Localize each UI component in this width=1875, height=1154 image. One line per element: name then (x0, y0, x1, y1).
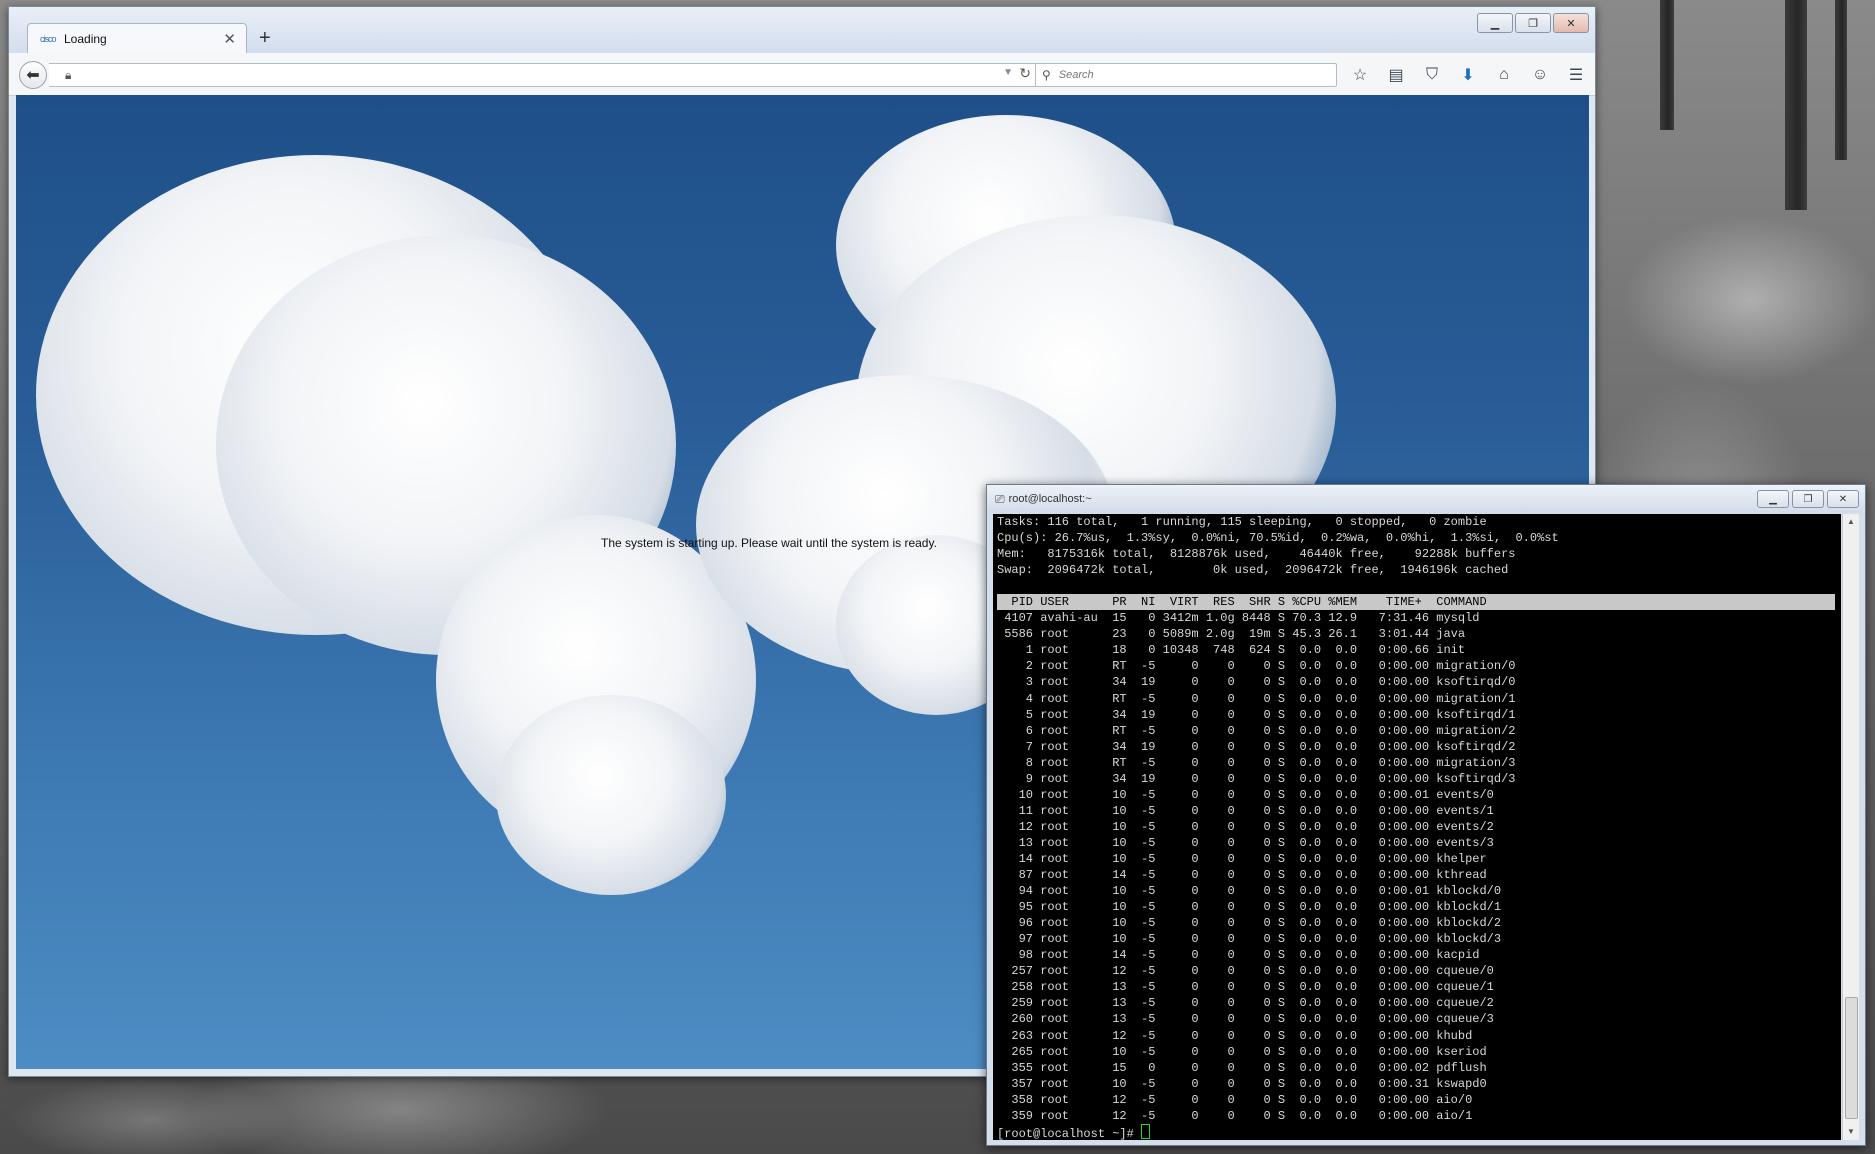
back-arrow-icon: ⬅ (26, 67, 40, 84)
close-button[interactable]: ✕ (1553, 13, 1589, 33)
minimize-icon: ▁ (1490, 17, 1500, 30)
reading-list-icon[interactable]: ▤ (1385, 65, 1407, 85)
tree-trunk (1660, 0, 1674, 130)
process-row: 7 root 34 19 0 0 0 S 0.0 0.0 0:00.00 kso… (1025, 739, 1516, 754)
shell-prompt: [root@localhost ~]# (997, 1124, 1151, 1140)
summary-line: Cpu(s): 26.7%us, 1.3%sy, 0.0%ni, 70.5%id… (997, 531, 1559, 546)
process-row: 96 root 10 -5 0 0 0 S 0.0 0.0 0:00.00 kb… (1018, 916, 1502, 931)
process-row: 357 root 10 -5 0 0 0 S 0.0 0.0 0:00.31 k… (1011, 1076, 1487, 1091)
process-row: 5586 root 23 0 5089m 2.0g 19m S 45.3 26.… (1004, 627, 1466, 642)
process-row: 12 root 10 -5 0 0 0 S 0.0 0.0 0:00.00 ev… (1018, 819, 1494, 834)
tree-trunk (1785, 0, 1807, 210)
terminal-scrollbar[interactable]: ▲ ▼ (1842, 514, 1859, 1140)
restore-icon: ❐ (1528, 17, 1538, 30)
terminal-window-controls: ▁ ❐ ✕ (1757, 490, 1859, 508)
back-button[interactable]: ⬅ (19, 61, 47, 89)
minimize-button[interactable]: ▁ (1477, 13, 1513, 33)
history-dropdown-icon[interactable]: ▼ (1003, 67, 1013, 78)
process-row: 359 root 12 -5 0 0 0 S 0.0 0.0 0:00.00 a… (1011, 1108, 1473, 1123)
close-icon: ✕ (1838, 493, 1848, 505)
process-row: 258 root 13 -5 0 0 0 S 0.0 0.0 0:00.00 c… (1011, 980, 1494, 995)
search-icon: ⚲ (1042, 68, 1051, 82)
browser-window-controls: ▁ ❐ ✕ (1477, 13, 1589, 33)
process-row: 9 root 34 19 0 0 0 S 0.0 0.0 0:00.00 kso… (1025, 771, 1516, 786)
process-row: 5 root 34 19 0 0 0 S 0.0 0.0 0:00.00 kso… (1025, 707, 1516, 722)
process-row: 265 root 10 -5 0 0 0 S 0.0 0.0 0:00.00 k… (1011, 1044, 1487, 1059)
pocket-icon[interactable]: ⛉ (1421, 65, 1443, 85)
home-icon[interactable]: ⌂ (1493, 65, 1515, 85)
tab-close-icon[interactable]: ✕ (223, 30, 236, 48)
process-row: 358 root 12 -5 0 0 0 S 0.0 0.0 0:00.00 a… (1011, 1092, 1473, 1107)
process-row: 257 root 12 -5 0 0 0 S 0.0 0.0 0:00.00 c… (1011, 964, 1494, 979)
putty-icon: ⎚ (995, 491, 1005, 506)
process-row: 95 root 10 -5 0 0 0 S 0.0 0.0 0:00.00 kb… (1018, 900, 1502, 915)
process-row: 10 root 10 -5 0 0 0 S 0.0 0.0 0:00.01 ev… (1018, 787, 1494, 802)
minimize-icon: ▁ (1769, 493, 1777, 505)
lock-icon: 🔒︎ (65, 68, 72, 82)
url-bar[interactable]: 🔒︎ ▼ ↻ (49, 63, 1038, 87)
search-input[interactable] (1056, 68, 1311, 82)
process-row: 14 root 10 -5 0 0 0 S 0.0 0.0 0:00.00 kh… (1018, 851, 1487, 866)
cisco-favicon-icon: cisco (40, 34, 57, 44)
process-row: 4107 avahi-au 15 0 3412m 1.0g 8448 S 70.… (1004, 611, 1480, 626)
process-row: 13 root 10 -5 0 0 0 S 0.0 0.0 0:00.00 ev… (1018, 835, 1494, 850)
process-row: 98 root 14 -5 0 0 0 S 0.0 0.0 0:00.00 ka… (1018, 948, 1480, 963)
new-tab-button[interactable]: + (259, 27, 271, 50)
tab-title: Loading (64, 32, 107, 46)
close-icon: ✕ (1566, 17, 1576, 30)
terminal-window: ⎚ root@localhost:~ ▁ ❐ ✕ Tasks: 116 tota… (986, 484, 1866, 1146)
summary-line: Mem: 8175316k total, 8128876k used, 4644… (997, 547, 1516, 562)
scroll-down-icon[interactable]: ▼ (1843, 1124, 1859, 1140)
restore-icon: ❐ (1803, 493, 1813, 505)
process-row: 94 root 10 -5 0 0 0 S 0.0 0.0 0:00.01 kb… (1018, 884, 1502, 899)
process-row: 4 root RT -5 0 0 0 S 0.0 0.0 0:00.00 mig… (1025, 691, 1516, 706)
tab-loading[interactable]: cisco Loading ✕ (27, 23, 247, 54)
process-row: 2 root RT -5 0 0 0 S 0.0 0.0 0:00.00 mig… (1025, 659, 1516, 674)
terminal-maximize-button[interactable]: ❐ (1792, 490, 1824, 508)
process-row: 97 root 10 -5 0 0 0 S 0.0 0.0 0:00.00 kb… (1018, 932, 1502, 947)
scroll-up-icon[interactable]: ▲ (1843, 514, 1859, 530)
process-row: 263 root 12 -5 0 0 0 S 0.0 0.0 0:00.00 k… (1011, 1028, 1473, 1043)
scrollbar-thumb[interactable] (1845, 997, 1858, 1119)
navigation-toolbar: ⬅ 🔒︎ ▼ ↻ ⚲ ☆ ▤ ⛉ ⬇ ⌂ ☺ ☰ (9, 53, 1595, 96)
terminal-titlebar: ⎚ root@localhost:~ (987, 485, 1865, 513)
reload-icon[interactable]: ↻ (1019, 65, 1031, 82)
process-row: 8 root RT -5 0 0 0 S 0.0 0.0 0:00.00 mig… (1025, 755, 1516, 770)
process-row: 259 root 13 -5 0 0 0 S 0.0 0.0 0:00.00 c… (1011, 996, 1494, 1011)
process-row: 3 root 34 19 0 0 0 S 0.0 0.0 0:00.00 kso… (1025, 675, 1516, 690)
maximize-button[interactable]: ❐ (1515, 13, 1551, 33)
chat-icon[interactable]: ☺ (1529, 65, 1551, 85)
cloud-image (496, 695, 726, 895)
star-icon[interactable]: ☆ (1349, 65, 1371, 85)
search-box[interactable]: ⚲ (1035, 63, 1337, 87)
toolbar-icons: ☆ ▤ ⛉ ⬇ ⌂ ☺ ☰ (1349, 65, 1587, 85)
process-row: 6 root RT -5 0 0 0 S 0.0 0.0 0:00.00 mig… (1025, 723, 1516, 738)
top-output: Tasks: 116 total, 1 running, 115 sleepin… (993, 514, 1841, 1124)
menu-icon[interactable]: ☰ (1565, 65, 1587, 85)
terminal-title: root@localhost:~ (1008, 493, 1092, 505)
process-row: 260 root 13 -5 0 0 0 S 0.0 0.0 0:00.00 c… (1011, 1012, 1494, 1027)
terminal-cursor (1141, 1124, 1151, 1139)
process-row: 355 root 15 0 0 0 0 S 0.0 0.0 0:00.02 pd… (1011, 1060, 1487, 1075)
process-row: 1 root 18 0 10348 748 624 S 0.0 0.0 0:00… (1025, 643, 1466, 658)
process-row: 11 root 10 -5 0 0 0 S 0.0 0.0 0:00.00 ev… (1018, 803, 1494, 818)
terminal-screen[interactable]: Tasks: 116 total, 1 running, 115 sleepin… (993, 514, 1841, 1140)
startup-status-message: The system is starting up. Please wait u… (601, 536, 937, 550)
process-row: 87 root 14 -5 0 0 0 S 0.0 0.0 0:00.00 kt… (1018, 868, 1487, 883)
download-icon[interactable]: ⬇ (1457, 65, 1479, 85)
terminal-minimize-button[interactable]: ▁ (1757, 490, 1789, 508)
tree-trunk (1835, 0, 1847, 160)
process-table-header: PID USER PR NI VIRT RES SHR S %CPU %MEM … (997, 594, 1835, 611)
summary-line: Swap: 2096472k total, 0k used, 2096472k … (997, 563, 1509, 578)
terminal-close-button[interactable]: ✕ (1827, 490, 1859, 508)
prompt-text: [root@localhost ~]# (997, 1127, 1142, 1140)
summary-line: Tasks: 116 total, 1 running, 115 sleepin… (997, 515, 1487, 529)
